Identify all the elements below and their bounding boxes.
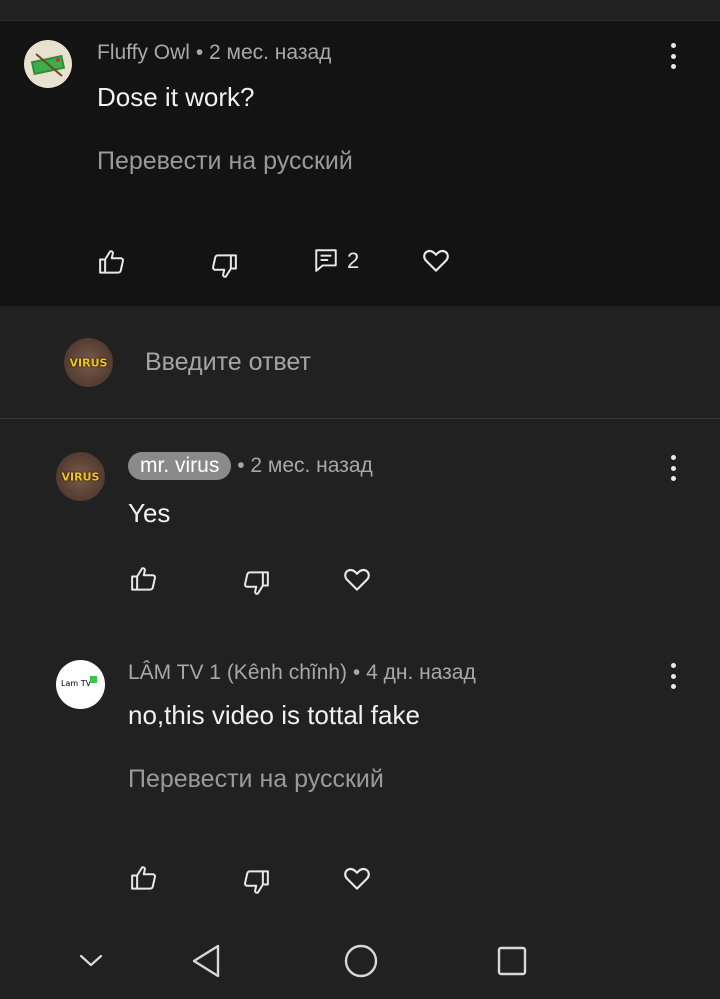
user-avatar-label: VIRUS xyxy=(69,356,108,369)
comment-time: • 2 мес. назад xyxy=(195,41,332,64)
reply-1-thumbs-down-icon[interactable] xyxy=(239,566,273,600)
comment-more-icon[interactable] xyxy=(661,39,685,73)
chevron-down-icon[interactable] xyxy=(74,946,108,976)
system-nav-bar xyxy=(0,920,720,999)
reply-input-bar: VIRUS Введите ответ xyxy=(0,306,720,419)
reply-2-more-icon[interactable] xyxy=(661,659,685,693)
top-strip xyxy=(0,0,720,21)
reply-2-meta: LÂM TV 1 (Kênh chĩnh) • 4 дн. назад xyxy=(128,661,476,685)
mr-virus-avatar[interactable]: VIRUS xyxy=(56,452,105,501)
thumbs-down-icon[interactable] xyxy=(207,249,241,283)
reply-2-time: • 4 дн. назад xyxy=(352,661,476,684)
reply-1-author-chip[interactable]: mr. virus xyxy=(128,452,232,480)
reply-input[interactable]: Введите ответ xyxy=(145,348,311,377)
heart-icon[interactable] xyxy=(419,243,453,277)
reply-2-text: no,this video is tottal fake xyxy=(128,700,420,730)
lam-tv-logo-mark xyxy=(90,676,97,683)
recents-icon[interactable] xyxy=(493,942,531,980)
home-icon[interactable] xyxy=(340,940,382,982)
reply-2-author[interactable]: LÂM TV 1 (Kênh chĩnh) xyxy=(128,661,347,684)
reply-2-heart-icon[interactable] xyxy=(340,861,374,895)
reply-1-time: • 2 мес. назад xyxy=(237,454,373,477)
translate-link[interactable]: Перевести на русский xyxy=(97,147,353,176)
reply-2-translate-link[interactable]: Перевести на русский xyxy=(128,765,384,794)
reply-comment-icon[interactable] xyxy=(310,244,342,276)
comment-author[interactable]: Fluffy Owl xyxy=(97,41,190,64)
reply-1-more-icon[interactable] xyxy=(661,451,685,485)
reply-2-thumbs-up-icon[interactable] xyxy=(127,861,161,895)
reply-1-meta: mr. virus • 2 мес. назад xyxy=(128,452,373,480)
main-comment: Fluffy Owl • 2 мес. назад Dose it work? … xyxy=(0,21,720,306)
mr-virus-avatar-label: VIRUS xyxy=(61,470,100,483)
reply-2-thumbs-down-icon[interactable] xyxy=(239,865,273,899)
back-icon[interactable] xyxy=(186,940,226,982)
fluffy-owl-avatar[interactable] xyxy=(24,40,72,88)
lam-tv-avatar-label: Lam TV xyxy=(61,679,92,688)
thumbs-up-icon[interactable] xyxy=(95,245,129,279)
lam-tv-avatar[interactable]: Lam TV xyxy=(56,660,105,709)
reply-1-thumbs-up-icon[interactable] xyxy=(127,562,161,596)
reply-1-heart-icon[interactable] xyxy=(340,562,374,596)
reply-1-text: Yes xyxy=(128,498,171,528)
comment-text: Dose it work? xyxy=(97,82,255,112)
reply-count: 2 xyxy=(347,248,360,273)
user-avatar: VIRUS xyxy=(64,338,113,387)
comment-meta: Fluffy Owl • 2 мес. назад xyxy=(97,41,331,65)
